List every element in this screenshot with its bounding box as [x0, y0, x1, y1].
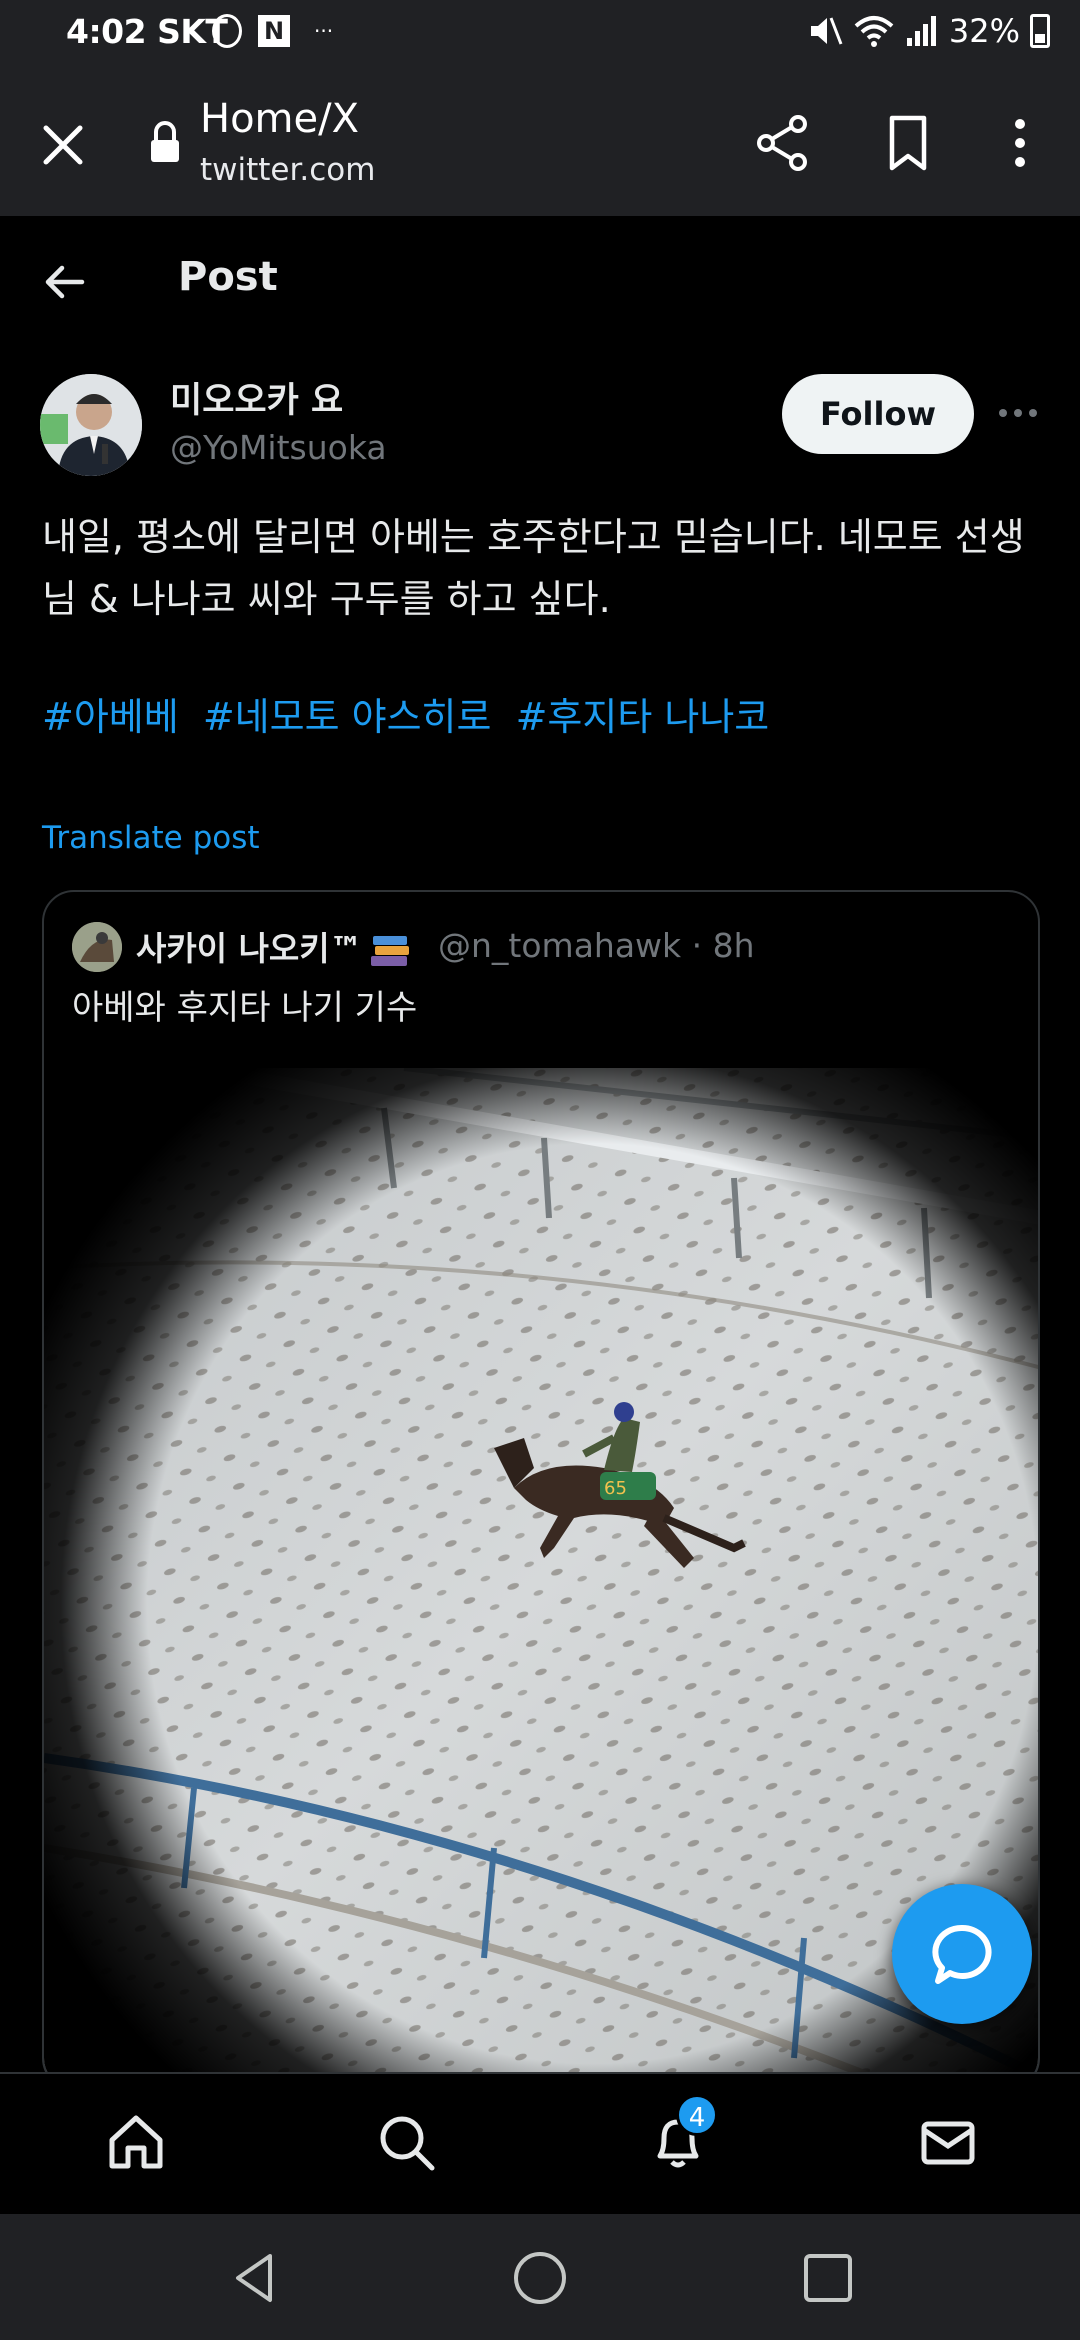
status-bar: 4:02 SKT N ··· 32%: [0, 0, 1080, 66]
quote-handle-time[interactable]: @n_tomahawk · 8h: [438, 926, 755, 965]
bottom-navigation: 4: [0, 2072, 1080, 2214]
mute-icon: [810, 17, 843, 45]
books-emoji-icon: [370, 935, 409, 966]
racehorse-photo[interactable]: 65: [44, 1068, 1040, 2090]
more-notifications-icon: ···: [314, 19, 334, 43]
author-name[interactable]: 미오오카 요: [170, 372, 343, 423]
quote-author-name[interactable]: 사카이 나오키™: [136, 922, 413, 970]
naver-notification-icon: N: [258, 15, 290, 47]
hashtag-link[interactable]: #네모토 야스히로: [203, 695, 492, 739]
mail-icon[interactable]: [916, 2110, 980, 2174]
home-icon[interactable]: [104, 2110, 168, 2174]
hashtag-list: #아베베 #네모토 야스히로 #후지타 나나코: [42, 686, 781, 741]
author-avatar[interactable]: [40, 374, 142, 476]
back-arrow-icon[interactable]: [38, 256, 90, 308]
close-icon[interactable]: [28, 110, 98, 180]
search-icon[interactable]: [374, 2110, 438, 2174]
status-time: 4:02 SKT: [66, 12, 228, 51]
status-system-icons: 32%: [807, 12, 1050, 50]
reply-fab-button[interactable]: [892, 1884, 1032, 2024]
hashtag-link[interactable]: #아베베: [42, 695, 179, 739]
wifi-icon: [854, 16, 894, 47]
share-icon[interactable]: [752, 112, 814, 174]
battery-percent: 32%: [948, 12, 1020, 50]
post-text: 내일, 평소에 달리면 아베는 호주한다고 믿습니다. 네모토 선생님 & 나나…: [42, 515, 1025, 621]
author-handle[interactable]: @YoMitsuoka: [170, 428, 387, 467]
notification-count-badge: 4: [676, 2094, 718, 2136]
chat-bubble-icon: [932, 1924, 992, 1984]
follow-button[interactable]: Follow: [782, 374, 974, 454]
quote-text: 아베와 후지타 나기 기수: [72, 988, 418, 1028]
signal-icon: [906, 16, 936, 46]
browser-toolbar: Home/X twitter.com: [0, 66, 1080, 216]
system-navigation-bar: [0, 2214, 1080, 2340]
page-heading: Post: [178, 254, 278, 300]
battery-icon: [1030, 14, 1050, 48]
status-notification-icons: N ···: [212, 14, 333, 48]
more-options-icon[interactable]: [996, 398, 1040, 428]
translate-post-link[interactable]: Translate post: [42, 820, 260, 856]
quote-author-avatar[interactable]: [72, 922, 122, 972]
app-notification-icon: [212, 14, 242, 48]
bookmark-icon[interactable]: [880, 112, 936, 174]
recents-square-icon[interactable]: [798, 2248, 858, 2308]
quoted-post-card[interactable]: 사카이 나오키™ @n_tomahawk · 8h 아베와 후지타 나기 기수: [42, 890, 1040, 2090]
page-title[interactable]: Home/X: [200, 96, 359, 142]
hashtag-link[interactable]: #후지타 나나코: [516, 695, 770, 739]
post-header: Post: [0, 216, 1080, 336]
page-url[interactable]: twitter.com: [200, 152, 375, 188]
home-circle-icon[interactable]: [510, 2248, 570, 2308]
back-triangle-icon[interactable]: [226, 2248, 286, 2308]
lock-icon[interactable]: [148, 118, 182, 168]
browser-menu-icon[interactable]: [1000, 112, 1040, 174]
